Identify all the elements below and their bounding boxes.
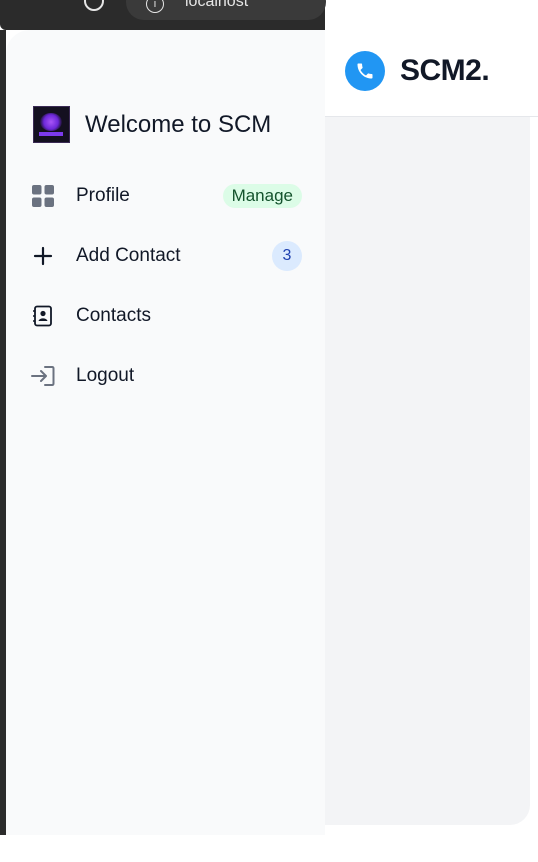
browser-toolbar: i localhost — [0, 0, 326, 30]
sidebar-item-logout[interactable]: Logout — [24, 346, 308, 406]
brand-name[interactable]: SCM2. — [400, 54, 490, 88]
sidebar-header: Welcome to SCM — [33, 106, 271, 143]
top-navbar: SCM2. — [325, 30, 538, 117]
sidebar: Welcome to SCM Profile Manage Add Contac… — [6, 30, 325, 835]
sidebar-item-profile[interactable]: Profile Manage — [24, 166, 308, 226]
page-bottom-edge — [0, 835, 538, 862]
page: i localhost SCM2. Welcome to SCM Profile… — [0, 0, 538, 862]
sidebar-item-label: Add Contact — [76, 245, 181, 266]
count-badge: 3 — [272, 241, 302, 271]
sidebar-item-label: Profile — [76, 185, 130, 206]
grid-icon — [30, 183, 56, 209]
sidebar-item-contacts[interactable]: Contacts — [24, 286, 308, 346]
manage-badge: Manage — [222, 184, 302, 208]
sidebar-item-label: Logout — [76, 365, 135, 386]
phone-icon[interactable] — [345, 51, 385, 91]
address-text[interactable]: localhost — [185, 0, 285, 11]
logo — [33, 106, 70, 143]
sidebar-item-label: Contacts — [76, 305, 151, 326]
sidebar-nav: Profile Manage Add Contact 3 Contacts Lo… — [24, 166, 308, 406]
contact-card-icon — [30, 303, 56, 329]
content-edge — [530, 117, 538, 862]
logout-icon — [30, 363, 56, 389]
main-content — [325, 117, 530, 825]
sidebar-item-add-contact[interactable]: Add Contact 3 — [24, 226, 308, 286]
welcome-title: Welcome to SCM — [85, 110, 272, 138]
plus-icon — [30, 243, 56, 269]
reload-icon[interactable] — [84, 0, 104, 11]
